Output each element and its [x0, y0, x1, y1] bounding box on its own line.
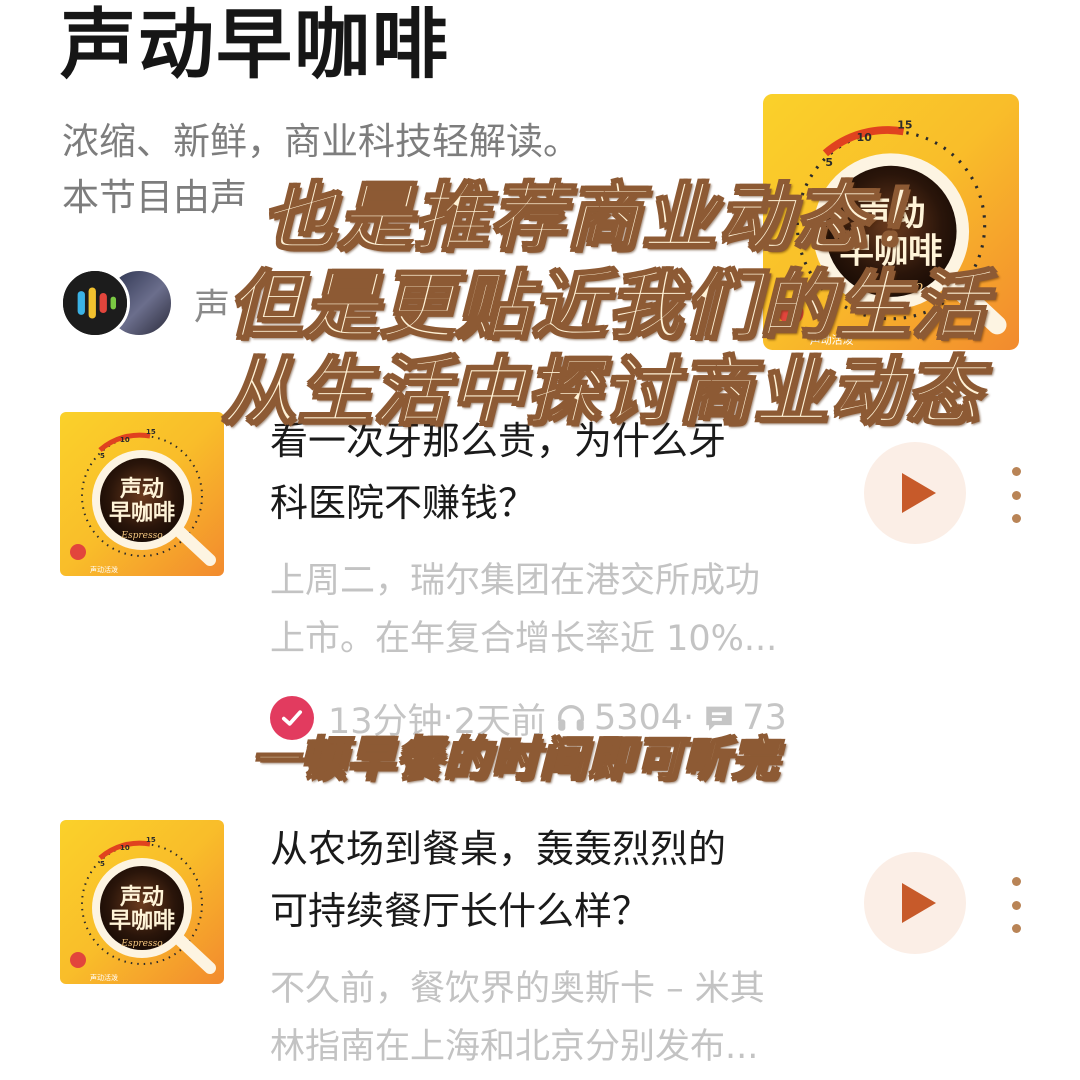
- episode-cover[interactable]: 声动 早咖啡 Espresso 声动活泼 5 10 15: [60, 412, 224, 576]
- creator-logo-icon: [63, 271, 127, 335]
- play-icon: [902, 883, 936, 923]
- more-button[interactable]: [1006, 467, 1026, 523]
- more-vertical-icon: [1011, 467, 1021, 476]
- play-button[interactable]: [864, 852, 966, 954]
- episode-summary[interactable]: 不久前，餐饮界的奥斯卡 – 米其 林指南在上海和北京分别发布...: [270, 960, 830, 1076]
- play-button[interactable]: [864, 442, 966, 544]
- svg-text:声动活泼: 声动活泼: [90, 565, 118, 574]
- svg-text:Espresso: Espresso: [120, 939, 163, 949]
- headphones-icon: [557, 705, 585, 731]
- cover-tick-5: 5: [825, 156, 833, 169]
- overlay-caption-line-4: 一顿早餐的时间即可听完: [251, 731, 780, 787]
- overlay-caption-line-2: 但是更贴近我们的生活: [227, 263, 988, 349]
- podcast-page: 声动早咖啡 浓缩、新鲜，商业科技轻解读。 本节目由声 声动 早咖啡 Espres…: [0, 0, 1080, 1080]
- more-button[interactable]: [1006, 877, 1026, 933]
- svg-text:早咖啡: 早咖啡: [109, 501, 175, 526]
- svg-text:早咖啡: 早咖啡: [109, 909, 175, 934]
- svg-text:5: 5: [100, 860, 105, 868]
- svg-text:15: 15: [146, 428, 156, 436]
- show-description-line-1: 浓缩、新鲜，商业科技轻解读。: [62, 120, 580, 163]
- episode-summary-line-2: 上市。在年复合增长率近 10%...: [270, 619, 778, 659]
- episode-summary-line-2: 林指南在上海和北京分别发布...: [270, 1027, 759, 1067]
- svg-text:声动活泼: 声动活泼: [90, 973, 118, 982]
- cover-tick-15: 15: [897, 118, 912, 131]
- show-title: 声动早咖啡: [60, 0, 450, 89]
- avatar[interactable]: [60, 268, 130, 338]
- episode-title[interactable]: 从农场到餐桌，轰轰烈烈的 可持续餐厅长什么样？: [270, 818, 830, 942]
- svg-text:声动: 声动: [119, 885, 164, 910]
- svg-text:Espresso: Espresso: [120, 531, 163, 541]
- episode-summary[interactable]: 上周二，瑞尔集团在港交所成功 上市。在年复合增长率近 10%...: [270, 552, 830, 668]
- episode-summary-line-1: 上周二，瑞尔集团在港交所成功: [270, 561, 761, 601]
- svg-text:15: 15: [146, 836, 156, 844]
- cover-tick-10: 10: [857, 131, 873, 144]
- overlay-caption-line-1: 也是推荐商业动态！: [261, 175, 946, 261]
- episode-cover[interactable]: 声动 早咖啡 Espresso 声动活泼 5 10 15: [60, 820, 224, 984]
- overlay-caption-line-3: 从生活中探讨商业动态: [221, 349, 982, 435]
- comment-icon: [706, 706, 732, 731]
- creators-text: 声: [194, 287, 231, 328]
- episode-title-line-2: 可持续餐厅长什么样？: [270, 889, 651, 933]
- svg-text:10: 10: [120, 436, 130, 444]
- play-icon: [902, 473, 936, 513]
- episode-title-line-1: 从农场到餐桌，轰轰烈烈的: [270, 827, 727, 871]
- svg-text:5: 5: [100, 452, 105, 460]
- episode-title-line-2: 科医院不赚钱？: [270, 481, 537, 525]
- episode-summary-line-1: 不久前，餐饮界的奥斯卡 – 米其: [270, 969, 765, 1009]
- svg-text:10: 10: [120, 844, 130, 852]
- svg-text:声动: 声动: [119, 477, 164, 502]
- more-vertical-icon: [1011, 877, 1021, 886]
